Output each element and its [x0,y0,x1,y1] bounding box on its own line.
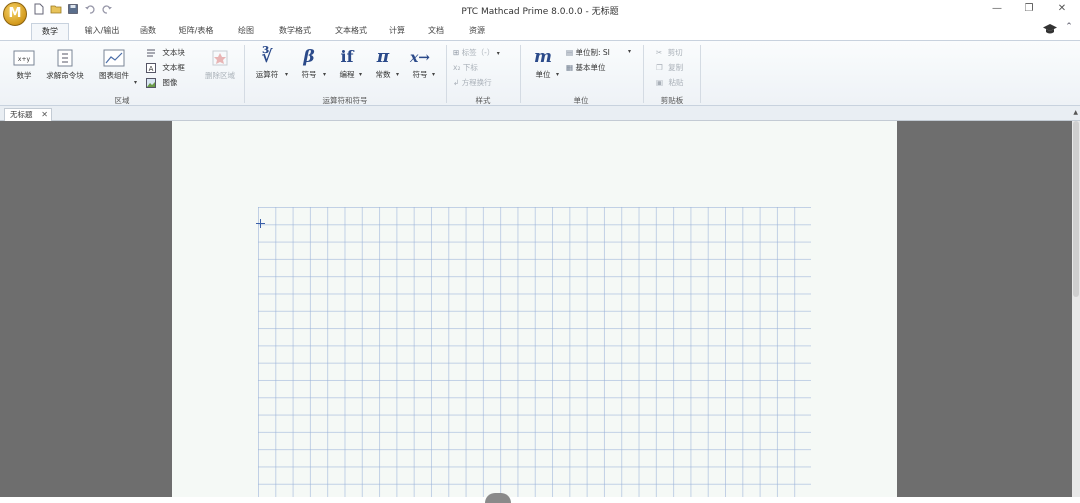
text-box-icon: A [146,63,156,73]
document-tab-strip: 无标题 ✕ ▲ [0,106,1080,121]
window-title: PTC Mathcad Prime 8.0.0.0 - 无标题 [461,7,619,17]
tab-math[interactable]: 数学 [31,23,69,40]
units-group-label: 单位 [573,96,589,105]
tab-text-formatting[interactable]: 文本格式 [328,23,374,40]
unit-system-icon: ▤ [566,48,574,57]
ribbon-tab-row: 数学 输入/输出 函数 矩阵/表格 绘图 数学格式 文本格式 计算 文档 资源 … [0,20,1080,40]
symbolic-arrow-icon: x→ [409,50,431,66]
document-tab[interactable]: 无标题 ✕ [4,108,52,121]
label-dropdown[interactable]: ⊞ 标签（-） ▾ [453,47,500,58]
tab-matrices-tables[interactable]: 矩阵/表格 [172,23,220,40]
group-separator [700,45,701,103]
solve-block-icon [57,49,73,67]
base-units-icon: ▦ [566,63,574,72]
crosshair-cursor-icon [256,219,265,228]
vertical-scrollbar[interactable] [1072,121,1080,497]
cut-button[interactable]: ✂ 剪切 [656,47,683,58]
chart-dropdown-icon[interactable]: ▾ [134,79,137,86]
units-button[interactable]: m 单位 [528,47,558,80]
paste-button[interactable]: ▣ 粘贴 [656,77,683,88]
close-tab-icon[interactable]: ✕ [41,109,48,120]
tab-input-output[interactable]: 输入/输出 [74,23,130,40]
label-dropdown-icon: ▾ [496,50,500,57]
tab-document[interactable]: 文档 [421,23,451,40]
programming-button[interactable]: if 编程 [334,47,360,80]
worksheet-grid[interactable] [258,207,811,497]
beta-icon: β [303,47,315,67]
radical-icon: ∛ [261,47,273,67]
solve-block-button[interactable]: 求解命令块 [42,49,88,81]
minimize-button[interactable]: — [985,2,1009,16]
tab-calculation[interactable]: 计算 [382,23,412,40]
restore-button[interactable]: ❐ [1017,2,1041,16]
app-logo-button[interactable]: M [3,2,27,26]
math-region-icon: x+y [13,50,35,66]
operators-group-label: 运算符和符号 [322,96,368,105]
close-button[interactable]: ✕ [1050,2,1074,16]
symbolics-dropdown-icon[interactable]: ▾ [432,71,435,78]
svg-text:A: A [149,65,154,73]
label-icon: ⊞ [453,48,460,57]
regions-group-label: 区域 [114,96,130,105]
scissors-icon: ✂ [656,48,663,57]
ribbon-expand-icon[interactable]: ⌃ [1062,22,1076,36]
paste-icon: ▣ [656,78,664,87]
constants-dropdown-icon[interactable]: ▾ [396,71,399,78]
base-units-button[interactable]: ▦ 基本单位 [566,62,605,73]
graduation-cap-icon[interactable] [1042,22,1058,36]
if-icon: if [340,47,354,66]
workspace [0,121,1072,503]
image-icon [146,78,156,88]
unit-system-dropdown[interactable]: ▤ 单位制: SI [566,47,610,58]
copy-button[interactable]: ❐ 复制 [656,62,683,73]
tab-functions[interactable]: 函数 [133,23,163,40]
operators-dropdown-icon[interactable]: ▾ [285,71,288,78]
math-region-button[interactable]: x+y 数学 [8,49,40,81]
worksheet-page[interactable] [172,121,897,497]
pi-icon: π [376,47,390,67]
delete-region-icon [212,50,228,66]
scrollbar-thumb[interactable] [1073,121,1079,297]
title-bar: M PTC Mathcad Prime 8.0.0.0 - 无标题 — ❐ ✕ [0,0,1080,26]
tab-plots[interactable]: 绘图 [231,23,261,40]
image-button[interactable]: 图像 [146,77,177,88]
symbolics-button[interactable]: x→ 符号 [406,47,434,80]
text-box-button[interactable]: A 文本框 [146,62,185,73]
floating-handle[interactable] [485,493,511,503]
style-group-label: 样式 [475,96,491,105]
delete-region-button[interactable]: 删除区域 [200,49,240,81]
tab-math-formatting[interactable]: 数学格式 [272,23,318,40]
equation-wrap-button[interactable]: ↲ 方程换行 [453,77,492,88]
unit-m-icon: m [534,47,552,67]
symbols-button[interactable]: β 符号 [296,47,322,80]
ribbon: x+y 数学 求解命令块 图表组件 ▾ 文本块 A 文本框 图像 删除区域 区域… [0,40,1080,106]
chart-icon [103,49,125,67]
copy-icon: ❐ [656,63,663,72]
clipboard-group-label: 剪贴板 [660,96,684,105]
symbols-dropdown-icon[interactable]: ▾ [323,71,326,78]
unit-system-dropdown-icon[interactable]: ▾ [628,48,631,55]
wrap-icon: ↲ [453,78,460,87]
units-dropdown-icon[interactable]: ▾ [556,71,559,78]
text-block-icon [147,49,155,56]
text-block-button[interactable]: 文本块 [146,47,185,58]
operators-button[interactable]: ∛ 运算符 [252,47,282,80]
constants-button[interactable]: π 常数 [370,47,396,80]
programming-dropdown-icon[interactable]: ▾ [359,71,362,78]
subscript-button[interactable]: x₂ 下标 [453,62,478,73]
subscript-icon: x₂ [453,63,461,72]
scroll-up-icon[interactable]: ▲ [1073,109,1078,116]
chart-component-button[interactable]: 图表组件 [92,49,136,81]
tab-resources[interactable]: 资源 [462,23,492,40]
svg-text:x+y: x+y [18,56,31,63]
